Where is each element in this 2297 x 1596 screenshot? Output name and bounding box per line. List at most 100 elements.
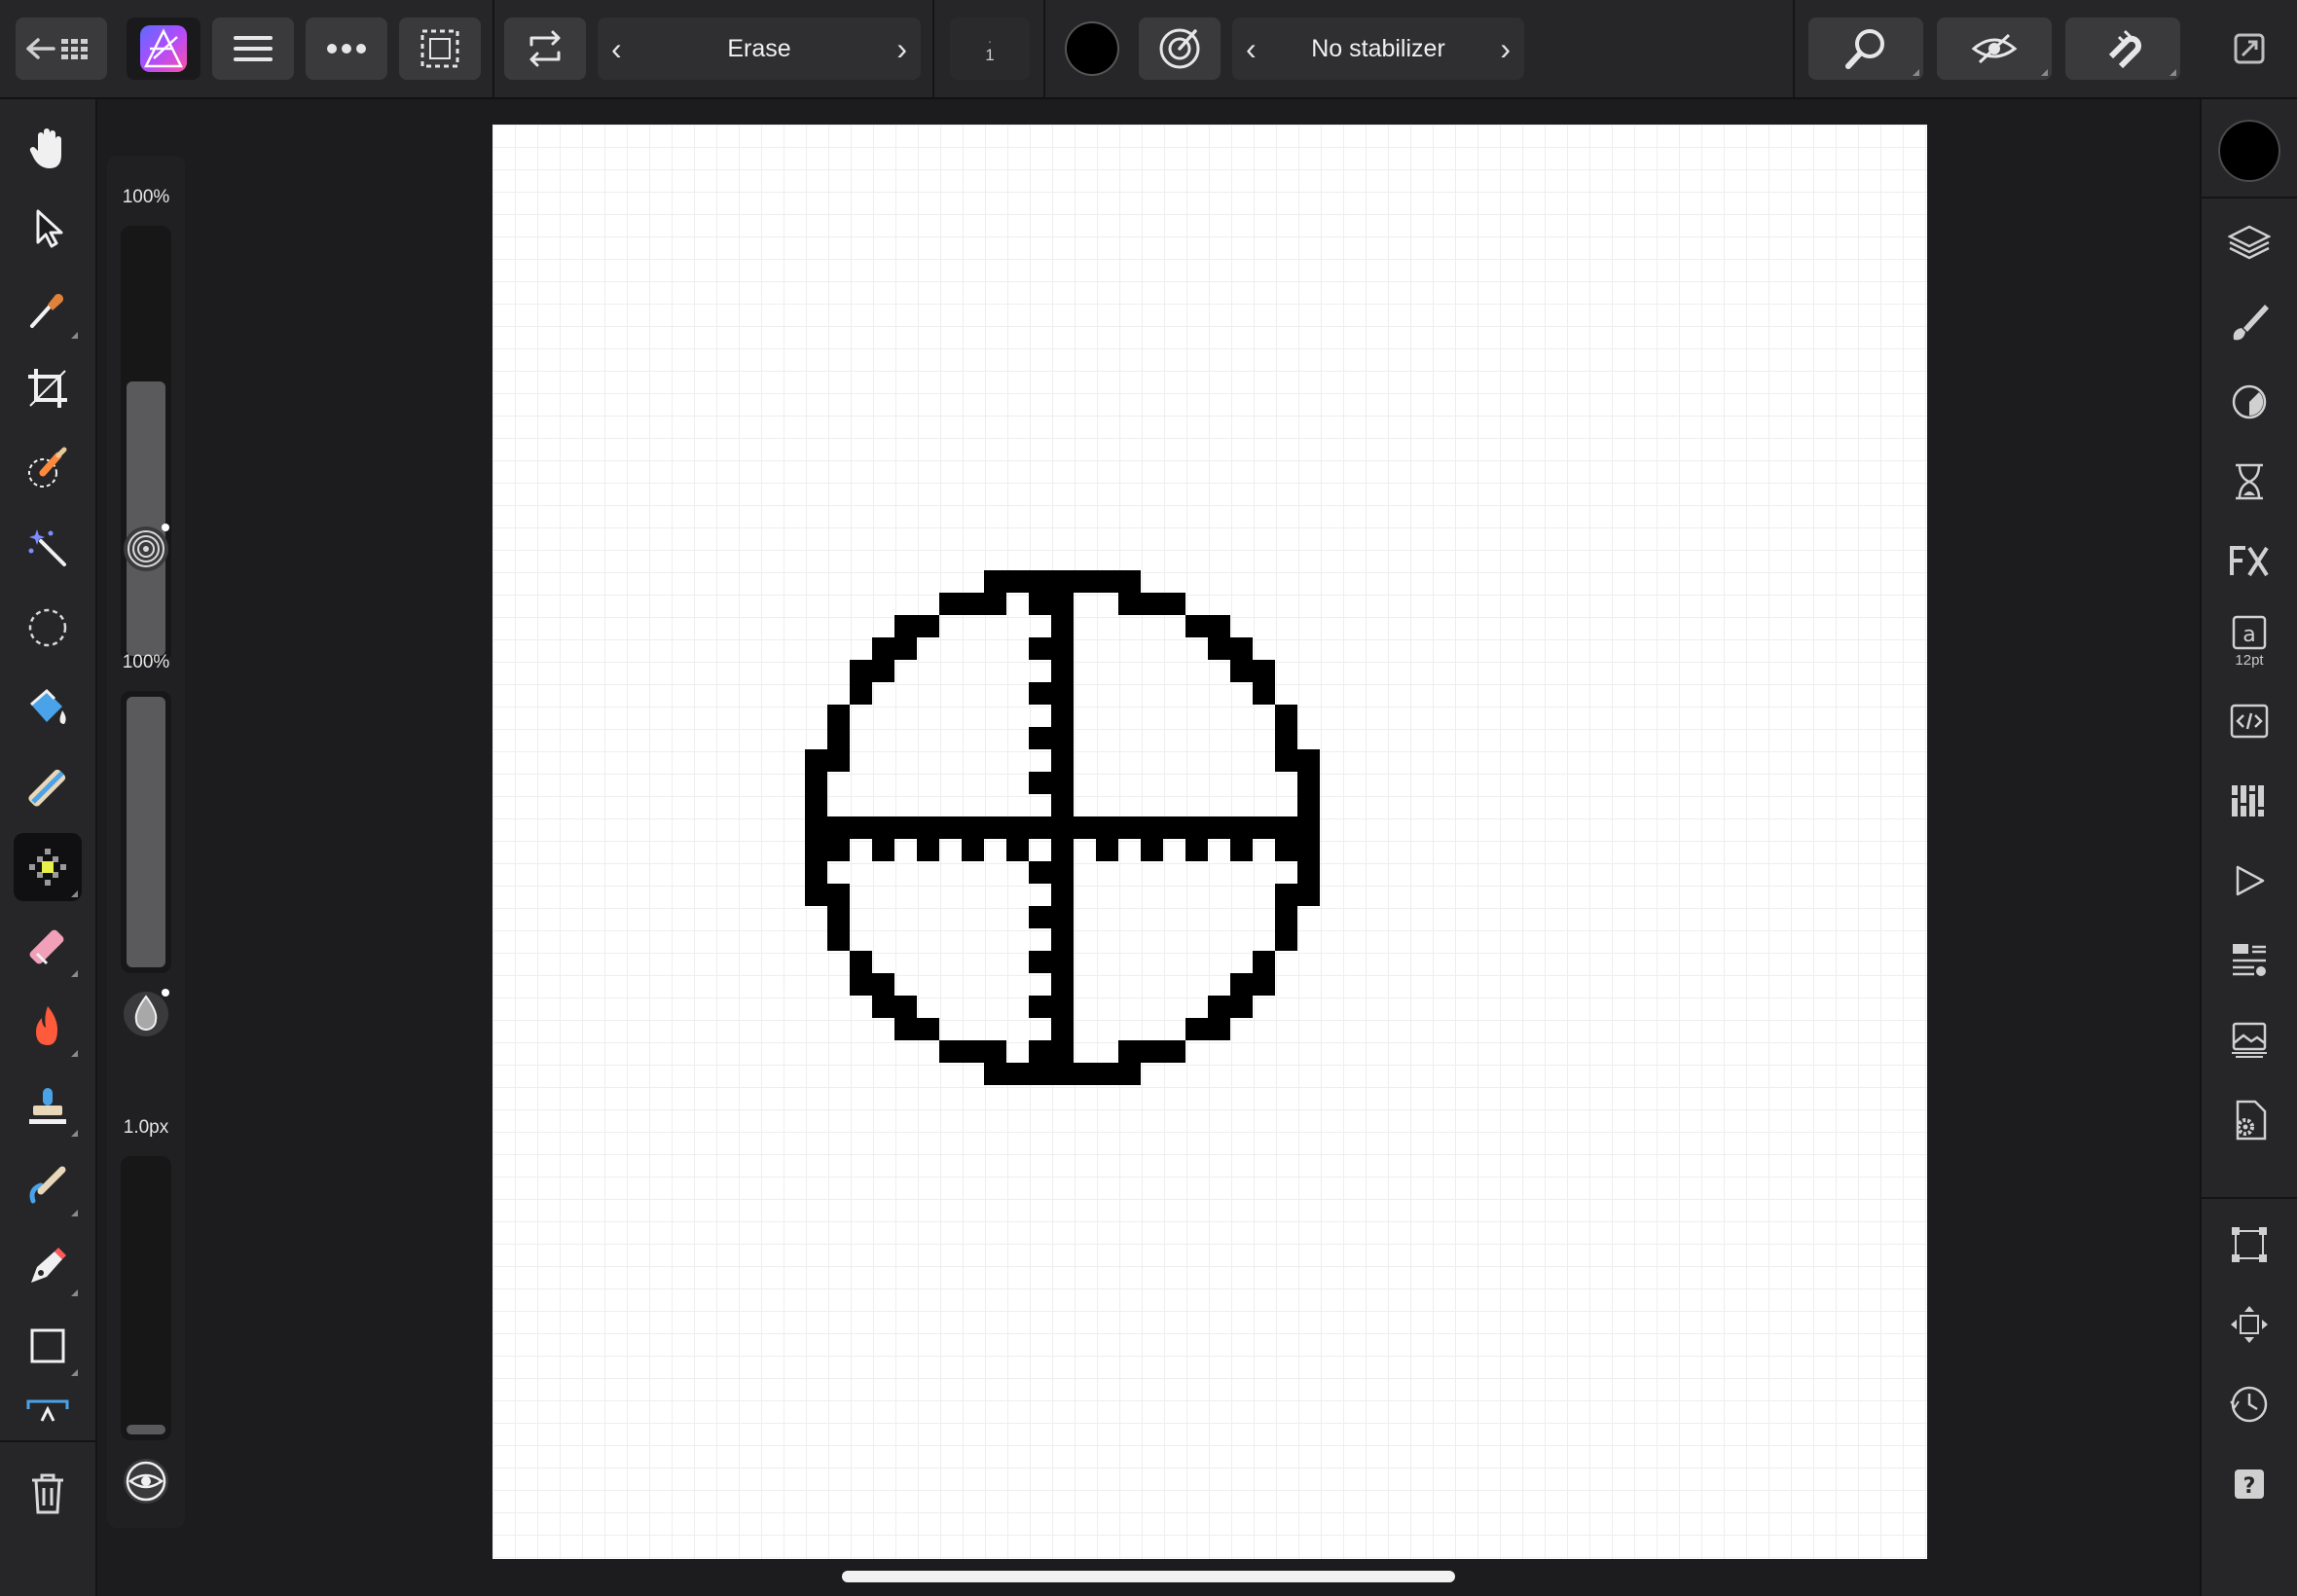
pixel <box>872 637 894 660</box>
pixel <box>1141 1040 1163 1063</box>
pixel <box>1051 615 1074 637</box>
chevron-right-icon[interactable]: › <box>896 31 907 67</box>
history-button[interactable] <box>2215 1370 2283 1438</box>
rectangle-icon <box>30 1328 65 1363</box>
top-toolbar: ‹ Erase › . 1 ‹ No stabilizer › <box>0 0 2297 99</box>
svg-text:a: a <box>2242 623 2255 647</box>
layers-studio-button[interactable] <box>2215 208 2283 276</box>
delete-button[interactable] <box>14 1460 82 1528</box>
persona-switch-button[interactable] <box>127 18 201 80</box>
pixel-tool[interactable] <box>14 833 82 901</box>
crop-tool[interactable] <box>14 354 82 422</box>
pixel <box>850 660 872 682</box>
dodge-burn-tool[interactable] <box>14 993 82 1061</box>
erase-brush-tool[interactable] <box>14 913 82 981</box>
toolbar-divider <box>932 0 934 97</box>
brush-size-control[interactable]: . 1 <box>950 18 1030 80</box>
pixel <box>850 816 872 839</box>
document-canvas[interactable] <box>492 125 1927 1559</box>
pen-tool[interactable] <box>14 1232 82 1300</box>
pixel <box>805 861 827 884</box>
pixel <box>1185 615 1208 637</box>
pixel <box>827 749 850 772</box>
opacity-toggle[interactable] <box>121 524 171 574</box>
channels-studio-button[interactable] <box>2215 767 2283 835</box>
force-pressure-button[interactable] <box>1139 18 1221 80</box>
flow-toggle[interactable] <box>121 989 171 1039</box>
pixel <box>805 749 827 772</box>
document-settings-button[interactable] <box>2215 1086 2283 1154</box>
clone-tool[interactable] <box>14 1072 82 1141</box>
tools-panel <box>0 99 97 1596</box>
pixel <box>850 951 872 973</box>
pixel <box>1163 816 1185 839</box>
pixel <box>1230 973 1253 996</box>
history-studio-button[interactable] <box>2215 448 2283 516</box>
artistic-text-tool[interactable] <box>14 1380 82 1423</box>
pixel <box>1230 839 1253 861</box>
color-well-icon <box>2218 120 2280 182</box>
pixel <box>1051 861 1074 884</box>
pixel <box>1051 839 1074 861</box>
pixel <box>1230 637 1253 660</box>
effects-studio-button[interactable] <box>2215 527 2283 596</box>
flood-select-tool[interactable] <box>14 514 82 582</box>
gallery-button[interactable] <box>16 18 107 80</box>
view-tool-button[interactable] <box>1808 18 1923 80</box>
flow-slider[interactable] <box>121 691 171 973</box>
pixel <box>1118 593 1141 615</box>
stock-studio-button[interactable] <box>2215 1006 2283 1074</box>
fx-icon <box>2230 546 2269 577</box>
opacity-slider[interactable] <box>121 226 171 662</box>
move-tool[interactable] <box>14 195 82 263</box>
view-mode-button[interactable] <box>1937 18 2052 80</box>
home-indicator[interactable] <box>842 1571 1455 1582</box>
document-menu-button[interactable] <box>212 18 294 80</box>
pixel <box>1051 593 1074 615</box>
selection-brush-tool[interactable] <box>14 434 82 502</box>
smudge-tool[interactable] <box>14 1152 82 1220</box>
brush-selector[interactable]: ‹ Erase › <box>598 18 921 80</box>
help-button[interactable]: ? <box>2215 1450 2283 1518</box>
marquee-selection-icon <box>420 29 459 68</box>
transform-studio-button[interactable] <box>2215 1211 2283 1279</box>
primary-color-button[interactable] <box>2215 117 2283 185</box>
more-button[interactable] <box>306 18 387 80</box>
pixel <box>1118 570 1141 593</box>
fullscreen-button[interactable] <box>2215 18 2283 80</box>
snapping-button[interactable] <box>2065 18 2180 80</box>
selection-button[interactable] <box>399 18 481 80</box>
brush-name: Erase <box>727 34 791 62</box>
info-studio-button[interactable] <box>2215 926 2283 995</box>
chevron-right-icon[interactable]: › <box>1500 31 1511 67</box>
brushes-studio-button[interactable] <box>2215 288 2283 356</box>
gradient-tool[interactable] <box>14 753 82 821</box>
macro-studio-button[interactable] <box>2215 687 2283 755</box>
view-tool[interactable] <box>14 115 82 183</box>
width-slider[interactable] <box>121 1156 171 1440</box>
pixel <box>1006 816 1029 839</box>
color-swatch-button[interactable] <box>1059 18 1125 80</box>
color-picker-tool[interactable] <box>14 274 82 343</box>
swap-button[interactable] <box>504 18 586 80</box>
adjustments-studio-button[interactable] <box>2215 368 2283 436</box>
ellipse-marquee-tool[interactable] <box>14 594 82 662</box>
navigator-studio-button[interactable] <box>2215 847 2283 915</box>
toolbar-divider <box>492 0 494 97</box>
move-studio-button[interactable] <box>2215 1290 2283 1359</box>
pixel <box>984 1063 1006 1085</box>
rectangle-tool[interactable] <box>14 1312 82 1380</box>
chevron-left-icon[interactable]: ‹ <box>1246 31 1257 67</box>
pointer-arrow-icon <box>36 209 63 248</box>
chevron-left-icon[interactable]: ‹ <box>611 31 622 67</box>
text-styles-studio-button[interactable]: a 12pt <box>2215 607 2283 675</box>
pixel-art-drawing <box>805 570 1320 1085</box>
pixel <box>894 816 917 839</box>
pressure-toggle[interactable] <box>121 1456 171 1506</box>
pixel <box>1208 996 1230 1018</box>
pixel <box>1029 570 1051 593</box>
stabilizer-selector[interactable]: ‹ No stabilizer › <box>1232 18 1524 80</box>
flood-fill-tool[interactable] <box>14 673 82 742</box>
pixel <box>805 794 827 816</box>
pixel <box>1275 928 1297 951</box>
